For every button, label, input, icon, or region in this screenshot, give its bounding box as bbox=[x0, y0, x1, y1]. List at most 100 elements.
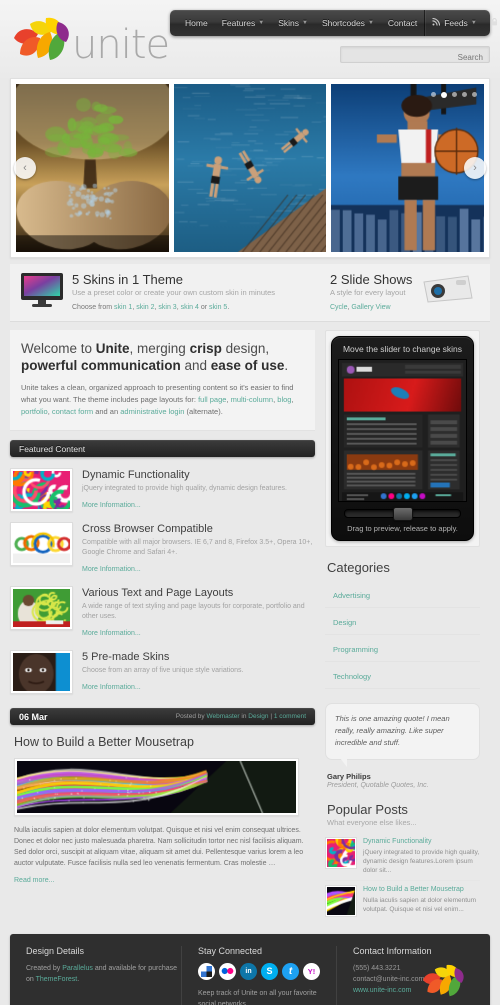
category-link-programming[interactable]: Programming bbox=[333, 645, 378, 654]
testimonial-role: President, Quotable Quotes, Inc. bbox=[327, 782, 480, 789]
popular-post-link[interactable]: How to Build a Better Mousetrap bbox=[363, 885, 480, 894]
skin-link-5[interactable]: skin 5 bbox=[209, 304, 227, 311]
feature-description: Compatible with all major browsers. IE 6… bbox=[82, 538, 315, 558]
skin-link-4[interactable]: skin 4 bbox=[181, 304, 199, 311]
slider-dot[interactable] bbox=[431, 92, 436, 97]
nav-item-skins[interactable]: Skins ▼ bbox=[271, 18, 315, 28]
post-featured-image[interactable] bbox=[14, 758, 299, 816]
slide-item[interactable] bbox=[16, 84, 169, 252]
list-item[interactable]: Programming bbox=[325, 635, 480, 662]
feature-title: Dynamic Functionality bbox=[82, 469, 315, 482]
thumbnail bbox=[10, 586, 73, 630]
parallelus-link[interactable]: Parallelus bbox=[62, 965, 93, 972]
more-information-link[interactable]: More Information... bbox=[82, 502, 141, 509]
slider-prev-arrow-icon[interactable]: ‹ bbox=[14, 157, 36, 179]
list-item[interactable]: Advertising bbox=[325, 581, 480, 608]
skin-preview[interactable] bbox=[338, 359, 467, 502]
feature-skins-links[interactable]: Choose from skin 1, skin 2, skin 3, skin… bbox=[72, 304, 275, 311]
slider-dot[interactable] bbox=[452, 92, 457, 97]
popular-post-link[interactable]: Dynamic Functionality bbox=[363, 837, 480, 846]
list-item[interactable]: 5 Pre-made Skins Choose from an array of… bbox=[10, 646, 315, 700]
layout-link-blog[interactable]: blog bbox=[277, 395, 291, 404]
list-item[interactable]: Technology bbox=[325, 662, 480, 689]
skin-switcher-widget[interactable]: Move the slider to change skins Drag to … bbox=[325, 330, 480, 547]
layout-link-full-page[interactable]: full page bbox=[198, 395, 226, 404]
footer-heading: Design Details bbox=[26, 946, 181, 956]
thumbnail bbox=[10, 522, 73, 566]
nav-item-feeds[interactable]: Feeds ▼ bbox=[425, 10, 484, 36]
nav-item-contact[interactable]: Contact bbox=[381, 18, 424, 28]
site-logo[interactable]: unite bbox=[10, 12, 169, 67]
category-link-technology[interactable]: Technology bbox=[333, 672, 371, 681]
nav-primary-group: Home Features ▼ Skins ▼ Shortcodes ▼ Con… bbox=[170, 18, 424, 28]
slider-next-arrow-icon[interactable]: › bbox=[464, 157, 486, 179]
nav-item-login[interactable]: Login bbox=[484, 10, 500, 36]
yahoo-icon[interactable]: Y! bbox=[303, 963, 320, 980]
list-item[interactable]: Dynamic Functionality jQuery integrated … bbox=[325, 833, 480, 881]
list-item[interactable]: Various Text and Page Layouts A wide ran… bbox=[10, 582, 315, 646]
feature-slideshow-links[interactable]: Cycle, Gallery View bbox=[330, 304, 412, 311]
slider-dot-active[interactable] bbox=[441, 92, 447, 98]
skin-link-2[interactable]: skin 2 bbox=[136, 304, 154, 311]
layout-link-contact-form[interactable]: contact form bbox=[52, 407, 93, 416]
slider-pagination[interactable] bbox=[431, 92, 477, 98]
chevron-down-icon: ▼ bbox=[471, 20, 477, 26]
slideshow-link-gallery[interactable]: Gallery View bbox=[351, 304, 390, 311]
post-category-link[interactable]: Design bbox=[248, 713, 268, 720]
footer-design-text: Created by Parallelus and available for … bbox=[26, 963, 181, 985]
post-comments-link[interactable]: 1 comment bbox=[274, 713, 306, 720]
popular-posts-subtitle: What everyone else likes... bbox=[327, 818, 480, 827]
thumbnail bbox=[325, 837, 357, 869]
slideshow-link-cycle[interactable]: Cycle bbox=[330, 304, 348, 311]
hero-slider[interactable]: ‹ › bbox=[10, 78, 490, 258]
slide-item[interactable] bbox=[331, 84, 484, 252]
popular-posts-list: Dynamic Functionality jQuery integrated … bbox=[325, 833, 480, 922]
list-item[interactable]: Dynamic Functionality jQuery integrated … bbox=[10, 464, 315, 518]
logo-leaf-icon bbox=[10, 12, 72, 67]
content-area: Welcome to Unite, merging crisp design, … bbox=[0, 322, 500, 922]
skin-link-1[interactable]: skin 1 bbox=[114, 304, 132, 311]
layout-link-multi-column[interactable]: multi-column bbox=[231, 395, 274, 404]
popular-posts-title: Popular Posts bbox=[327, 802, 480, 817]
footer-contact: Contact Information (555) 443.3221 conta… bbox=[336, 946, 474, 1005]
delicious-icon[interactable] bbox=[198, 963, 215, 980]
category-link-advertising[interactable]: Advertising bbox=[333, 591, 370, 600]
more-information-link[interactable]: More Information... bbox=[82, 684, 141, 691]
list-item[interactable]: How to Build a Better Mousetrap Nulla ia… bbox=[325, 881, 480, 922]
linkedin-icon[interactable]: in bbox=[240, 963, 257, 980]
list-item[interactable]: Design bbox=[325, 608, 480, 635]
feature-skins-title: 5 Skins in 1 Theme bbox=[72, 272, 275, 287]
skype-icon[interactable]: S bbox=[261, 963, 278, 980]
sidebar: Move the slider to change skins Drag to … bbox=[325, 330, 480, 922]
footer-heading: Stay Connected bbox=[198, 946, 336, 956]
welcome-block: Welcome to Unite, merging crisp design, … bbox=[10, 330, 315, 431]
more-information-link[interactable]: More Information... bbox=[82, 630, 141, 637]
themeforest-link[interactable]: ThemeForest bbox=[36, 976, 78, 983]
skin-slider-knob[interactable] bbox=[393, 507, 413, 521]
nav-item-shortcodes[interactable]: Shortcodes ▼ bbox=[315, 18, 381, 28]
tablet-frame: Move the slider to change skins Drag to … bbox=[331, 336, 474, 541]
feature-slideshow-subtitle: A style for every layout bbox=[330, 288, 412, 297]
list-item[interactable]: Cross Browser Compatible Compatible with… bbox=[10, 518, 315, 582]
category-link-design[interactable]: Design bbox=[333, 618, 356, 627]
read-more-link[interactable]: Read more... bbox=[14, 877, 54, 884]
more-information-link[interactable]: More Information... bbox=[82, 566, 141, 573]
post-author-link[interactable]: Webmaster bbox=[206, 713, 239, 720]
layout-link-portfolio[interactable]: portfolio bbox=[21, 407, 48, 416]
slider-dot[interactable] bbox=[472, 92, 477, 97]
search-box[interactable] bbox=[340, 46, 490, 63]
slider-dot[interactable] bbox=[462, 92, 467, 97]
post-date: 06 Mar bbox=[19, 712, 48, 722]
skin-link-3[interactable]: skin 3 bbox=[158, 304, 176, 311]
flickr-icon[interactable] bbox=[219, 963, 236, 980]
nav-item-home[interactable]: Home bbox=[178, 18, 215, 28]
skin-slider-track[interactable] bbox=[344, 509, 461, 518]
nav-item-features[interactable]: Features ▼ bbox=[215, 18, 272, 28]
rss-icon bbox=[432, 18, 440, 28]
layout-link-admin-login[interactable]: administrative login bbox=[120, 407, 184, 416]
post-title[interactable]: How to Build a Better Mousetrap bbox=[14, 735, 315, 749]
search-input[interactable] bbox=[341, 50, 489, 65]
slide-item[interactable] bbox=[174, 84, 327, 252]
twitter-icon[interactable]: t bbox=[282, 963, 299, 980]
testimonial-author: Gary Philips bbox=[327, 772, 480, 781]
